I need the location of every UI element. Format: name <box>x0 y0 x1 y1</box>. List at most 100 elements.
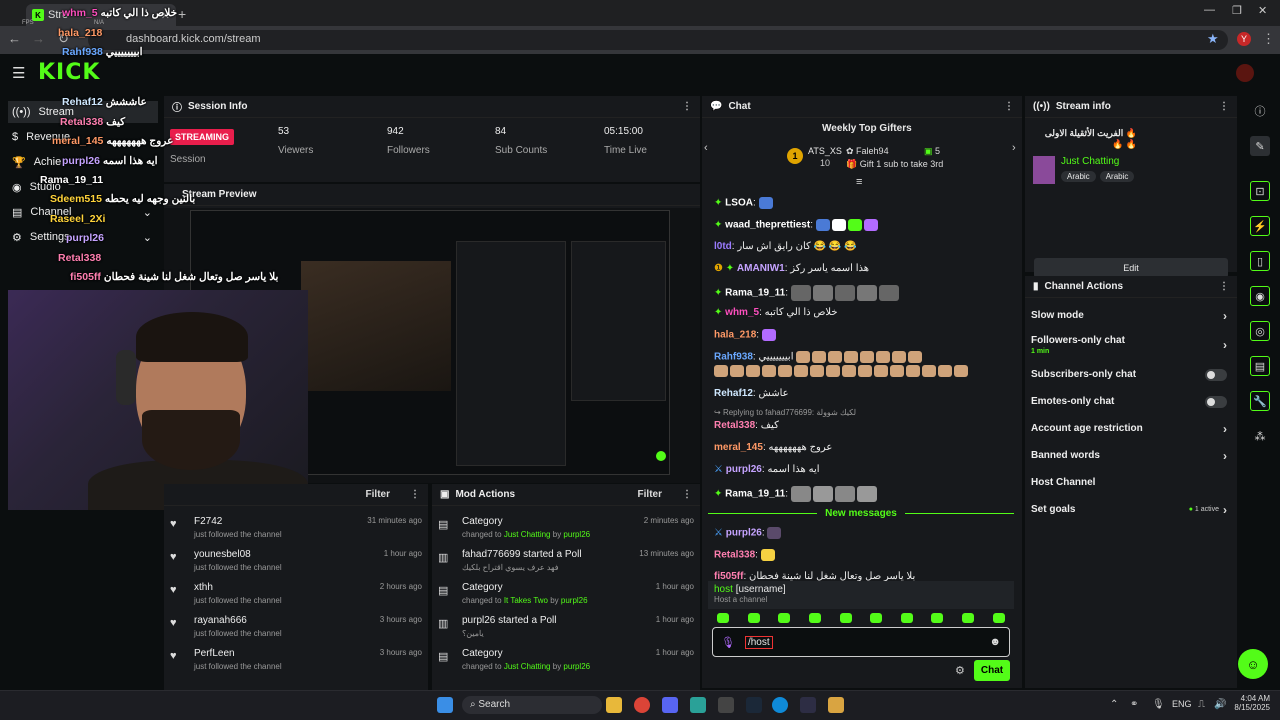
new-messages-divider[interactable]: New messages <box>708 506 1014 520</box>
chat-username[interactable]: hala_218 <box>714 330 756 341</box>
emote-button[interactable] <box>747 613 760 623</box>
kebab-icon[interactable]: ⋮ <box>410 489 420 500</box>
emote-button[interactable] <box>809 613 822 623</box>
chat-username[interactable]: Retal338 <box>714 420 755 431</box>
category-name[interactable]: Just Chatting <box>1061 156 1134 167</box>
chat-username[interactable]: purpl26 <box>726 464 762 475</box>
tray-app-icon[interactable]: ⚭ <box>1130 699 1138 710</box>
mod-filter-button[interactable]: Filter <box>638 489 662 500</box>
broadcast-icon[interactable]: ◎ <box>1250 321 1270 341</box>
chat-settings-icon[interactable]: ⚙ <box>955 664 965 677</box>
clock[interactable]: 4:04 AM 8/15/2025 <box>1226 694 1270 712</box>
chat-username[interactable]: whm_5 <box>725 307 759 318</box>
chrome-icon[interactable] <box>634 697 650 713</box>
tray-chevron-icon[interactable]: ⌃ <box>1110 699 1118 710</box>
pencil-icon[interactable]: ✎ <box>1250 136 1270 156</box>
app-icon[interactable] <box>718 697 734 713</box>
app-icon[interactable] <box>690 697 706 713</box>
kebab-icon[interactable]: ⋮ <box>1219 281 1229 292</box>
chat-username[interactable]: Retal338 <box>714 550 755 561</box>
apps-icon[interactable]: ⁂ <box>1250 426 1270 446</box>
action-category[interactable]: Just Chatting <box>504 530 551 539</box>
tag-chip[interactable]: Arabic <box>1099 171 1135 182</box>
chat-username[interactable]: AMANIW1 <box>737 263 785 274</box>
kebab-icon[interactable]: ⋮ <box>1004 101 1014 112</box>
focus-icon[interactable]: ⊡ <box>1250 181 1270 201</box>
chat-username[interactable]: meral_145 <box>714 442 763 453</box>
bookmark-star-icon[interactable]: ★ <box>1207 31 1219 47</box>
action-user[interactable]: purpl26 <box>563 662 590 671</box>
minimize-icon[interactable]: — <box>1204 4 1215 16</box>
emote-button[interactable] <box>778 613 791 623</box>
emote-button[interactable] <box>717 613 730 623</box>
action-account-age[interactable]: Account age restriction › <box>1025 415 1237 442</box>
chat-username[interactable]: l0td <box>714 241 732 252</box>
action-set-goals[interactable]: Set goals ● 1 active › <box>1025 496 1237 523</box>
action-category[interactable]: Just Chatting <box>504 662 551 671</box>
maximize-icon[interactable]: ❐ <box>1232 4 1242 17</box>
info-icon[interactable]: ⓘ <box>1250 101 1270 121</box>
discord-icon[interactable] <box>662 697 678 713</box>
floating-action-button[interactable]: ☺ <box>1238 649 1268 679</box>
action-subscribers-only[interactable]: Subscribers-only chat <box>1025 361 1237 388</box>
steam-icon[interactable] <box>746 697 762 713</box>
emote-button[interactable] <box>839 613 852 623</box>
chat-username[interactable]: Rahf938 <box>714 352 753 363</box>
emote-button[interactable] <box>992 613 1005 623</box>
forward-icon[interactable]: → <box>32 31 45 46</box>
chat-username[interactable]: waad_theprettiest <box>725 220 810 231</box>
emote-button[interactable] <box>900 613 913 623</box>
edge-icon[interactable] <box>772 697 788 713</box>
action-slow-mode[interactable]: Slow mode › <box>1025 302 1237 329</box>
chat-username[interactable]: Rehaf12 <box>714 388 753 399</box>
emote-button[interactable] <box>931 613 944 623</box>
chat-input[interactable]: 🎙 /host ☻ <box>712 627 1010 657</box>
kebab-icon[interactable]: ⋮ <box>1219 101 1229 112</box>
action-user[interactable]: purpl26 <box>563 530 590 539</box>
kebab-icon[interactable]: ⋮ <box>682 489 692 500</box>
gifter-2[interactable]: ✿ Faleh94 <box>846 146 889 157</box>
action-category[interactable]: It Takes Two <box>504 596 548 605</box>
action-banned-words[interactable]: Banned words › <box>1025 442 1237 469</box>
kick-logo[interactable]: KICK <box>38 60 100 85</box>
emoji-picker-icon[interactable]: ☻ <box>989 636 1001 648</box>
lightning-icon[interactable]: ⚡ <box>1250 216 1270 236</box>
document-icon[interactable]: ▯ <box>1250 251 1270 271</box>
mic-tray-icon[interactable]: 🎙 <box>1152 699 1165 710</box>
action-followers-only[interactable]: Followers-only chat 1 min › <box>1025 329 1237 361</box>
obs-icon[interactable] <box>800 697 816 713</box>
host-command-suggestion[interactable]: host [username] Host a channel <box>708 581 1014 609</box>
back-icon[interactable]: ← <box>8 31 21 46</box>
taskbar-search[interactable]: ⌕ Search <box>462 696 602 714</box>
panel-icon[interactable]: ▤ <box>1250 356 1270 376</box>
followers-filter-button[interactable]: Filter <box>366 489 390 500</box>
wrench-icon[interactable]: 🔧 <box>1250 391 1270 411</box>
url-input[interactable]: dashboard.kick.com/stream <box>88 30 1228 50</box>
gift-hint[interactable]: 🎁 Gift 1 sub to take 3rd <box>846 159 943 170</box>
edit-stream-info-button[interactable]: Edit <box>1034 258 1228 278</box>
chat-send-button[interactable]: Chat <box>974 660 1010 681</box>
network-icon[interactable]: ⎍ <box>1198 699 1205 710</box>
chat-username[interactable]: purpl26 <box>726 528 762 539</box>
close-window-icon[interactable]: ✕ <box>1258 4 1267 17</box>
tag-chip[interactable]: Arabic <box>1061 171 1096 182</box>
kebab-icon[interactable]: ⋮ <box>682 101 692 112</box>
subscribers-only-toggle[interactable] <box>1205 368 1227 381</box>
action-host-channel[interactable]: Host Channel <box>1025 469 1237 496</box>
chat-username[interactable]: Rama_19_11 <box>725 288 785 299</box>
folder-icon[interactable] <box>828 697 844 713</box>
user-avatar[interactable] <box>1236 64 1254 82</box>
chat-bubble-icon[interactable]: ◉ <box>1250 286 1270 306</box>
new-tab-icon[interactable]: + <box>178 6 186 22</box>
emotes-only-toggle[interactable] <box>1205 395 1227 408</box>
gifters-prev-icon[interactable]: ‹ <box>704 142 708 154</box>
hamburger-menu-icon[interactable]: ☰ <box>12 64 25 82</box>
volume-icon[interactable]: 🔊 <box>1214 699 1226 710</box>
emote-button[interactable] <box>870 613 883 623</box>
browser-menu-icon[interactable]: ⋮ <box>1262 31 1275 47</box>
action-emotes-only[interactable]: Emotes-only chat <box>1025 388 1237 415</box>
gifter-1[interactable]: ATS_XS 10 <box>808 146 842 168</box>
windows-start-icon[interactable] <box>437 697 453 713</box>
emote-button[interactable] <box>962 613 975 623</box>
mic-icon[interactable]: 🎙 <box>721 636 735 649</box>
